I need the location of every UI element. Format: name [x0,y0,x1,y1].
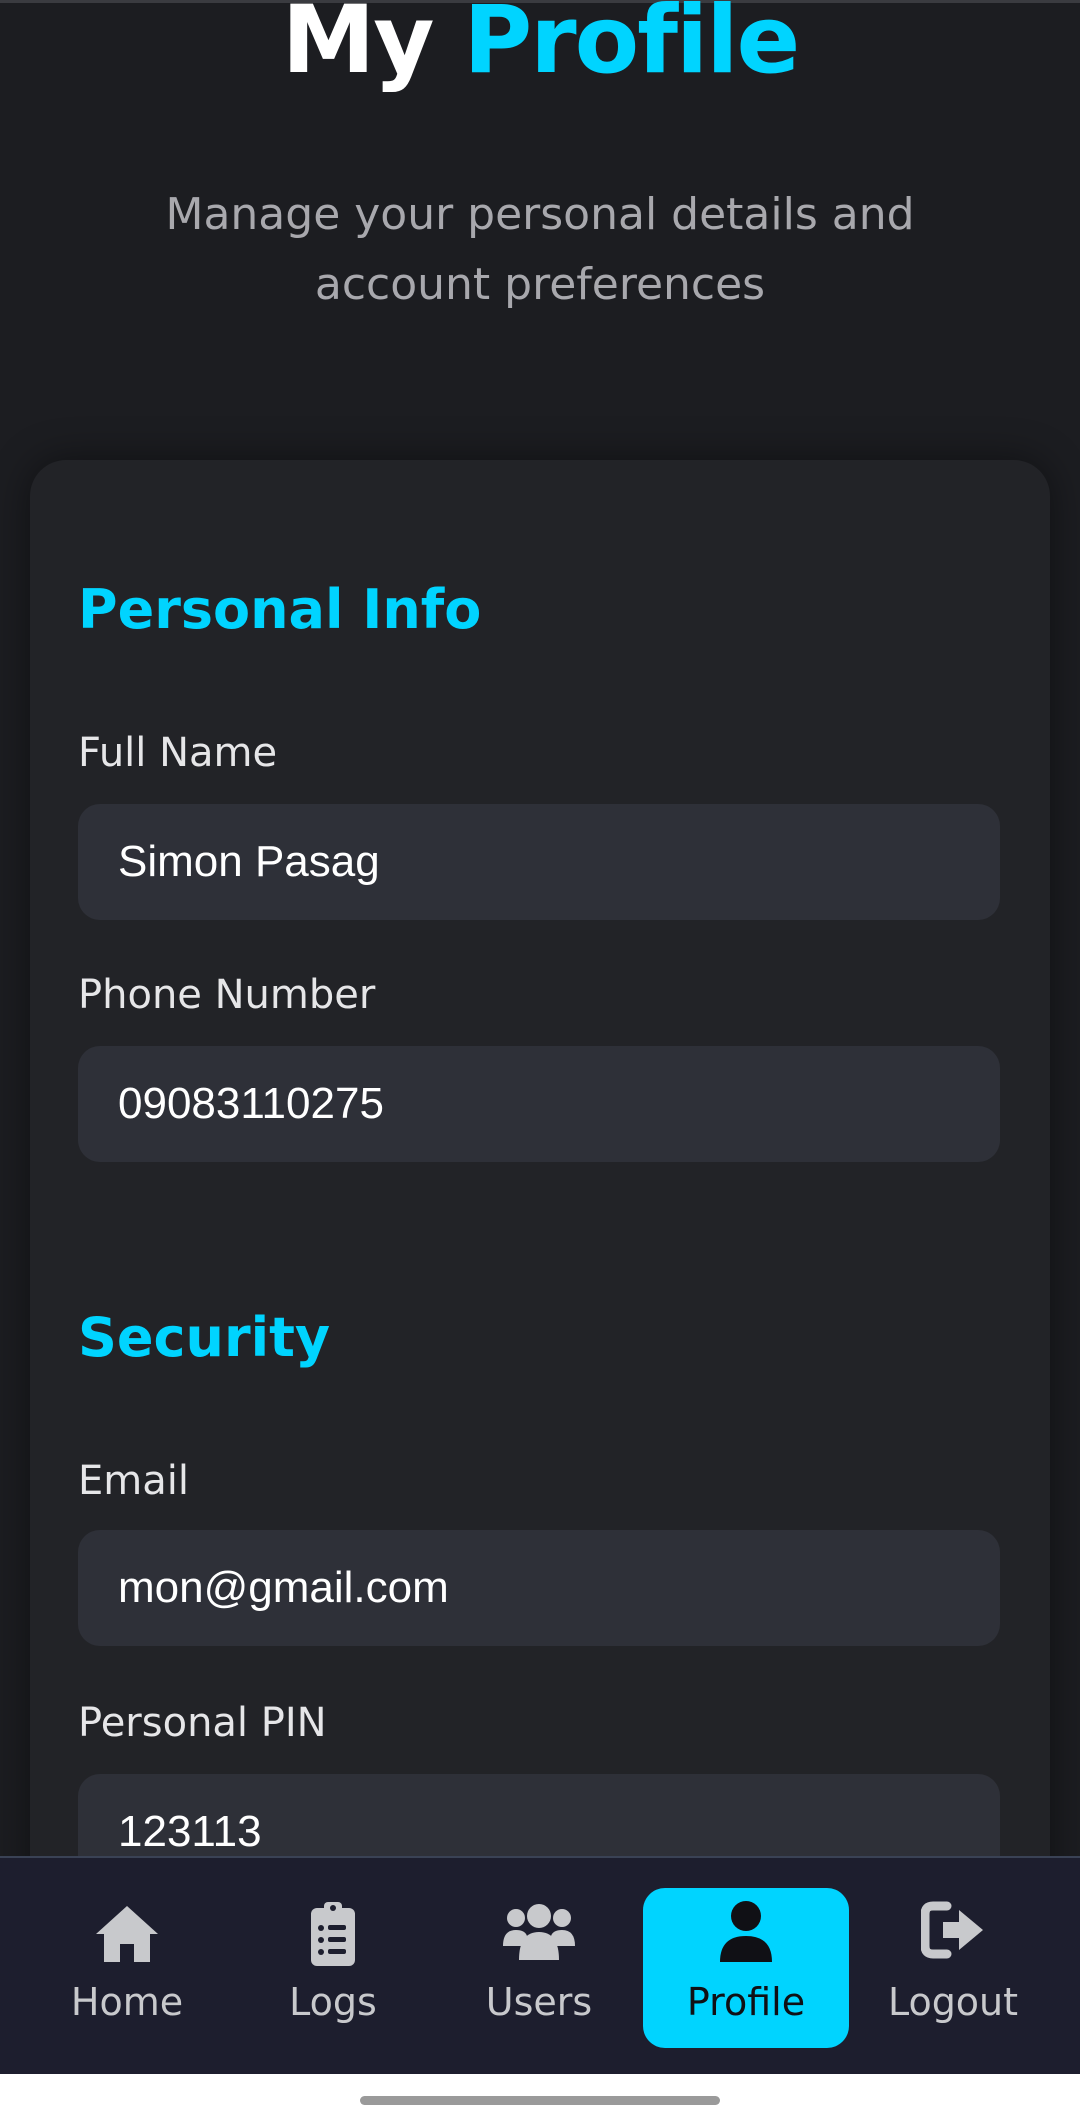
nav-label-logout: Logout [887,1980,1019,2024]
profile-screen: My Profile Manage your personal details … [0,0,1080,2121]
users-icon [436,1900,642,1970]
full-name-label: Full Name [78,730,278,776]
nav-item-users[interactable]: Users [436,1888,642,2048]
nav-item-logs[interactable]: Logs [230,1888,436,2048]
nav-label-logs: Logs [289,1980,377,2024]
full-name-field[interactable] [78,804,1000,920]
security-title: Security [78,1306,331,1369]
user-icon [643,1900,849,1970]
nav-item-home[interactable]: Home [24,1888,230,2048]
nav-label-profile: Profile [686,1980,806,2024]
page-title: My Profile [0,0,1080,88]
page-title-part1: My [281,0,435,95]
personal-info-title: Personal Info [78,578,482,641]
phone-number-field[interactable] [78,1046,1000,1162]
phone-number-label: Phone Number [78,972,376,1018]
gesture-bar-area [0,2074,1080,2121]
email-field[interactable] [78,1530,1000,1646]
logout-icon [850,1900,1056,1970]
bottom-nav: Home Logs Users Profile Logout [0,1856,1080,2076]
clipboard-list-icon [230,1900,436,1970]
email-label: Email [78,1458,189,1504]
home-icon [24,1900,230,1970]
nav-item-logout[interactable]: Logout [850,1888,1056,2048]
nav-label-home: Home [70,1980,184,2024]
nav-item-profile[interactable]: Profile [643,1888,849,2048]
nav-label-users: Users [485,1980,593,2024]
page-subtitle: Manage your personal details and account… [165,189,915,310]
page-title-part2: Profile [463,0,800,95]
home-indicator[interactable] [360,2096,720,2105]
personal-pin-label: Personal PIN [78,1700,327,1746]
